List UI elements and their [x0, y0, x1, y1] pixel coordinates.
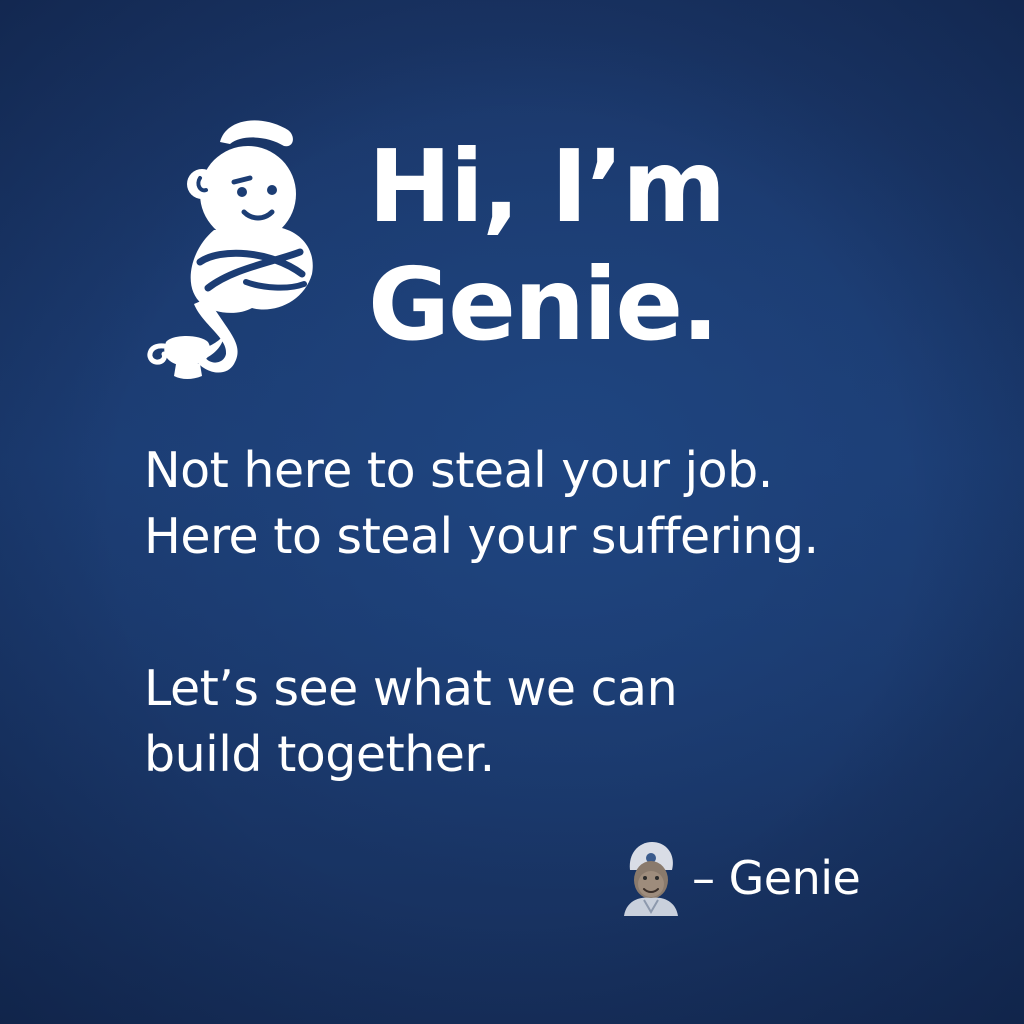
tagline-line-1: Not here to steal your job. [144, 442, 773, 499]
signature-name: – Genie [692, 851, 861, 905]
headline-line-1: Hi, I’m [368, 128, 726, 245]
genie-avatar [624, 842, 678, 916]
tagline-line-2: Here to steal your suffering. [144, 508, 819, 565]
tagline: Not here to steal your job. Here to stea… [144, 438, 819, 570]
closing-message: Let’s see what we can build together. [144, 656, 678, 788]
headline: Hi, I’m Genie. [368, 128, 726, 364]
signature: – Genie [622, 838, 861, 918]
genie-lamp-icon [147, 120, 313, 379]
headline-line-2: Genie. [368, 246, 719, 363]
closing-line-2: build together. [144, 726, 495, 783]
closing-line-1: Let’s see what we can [144, 660, 678, 717]
page: Hi, I’m Genie. Not here to steal your jo… [0, 0, 1024, 1024]
